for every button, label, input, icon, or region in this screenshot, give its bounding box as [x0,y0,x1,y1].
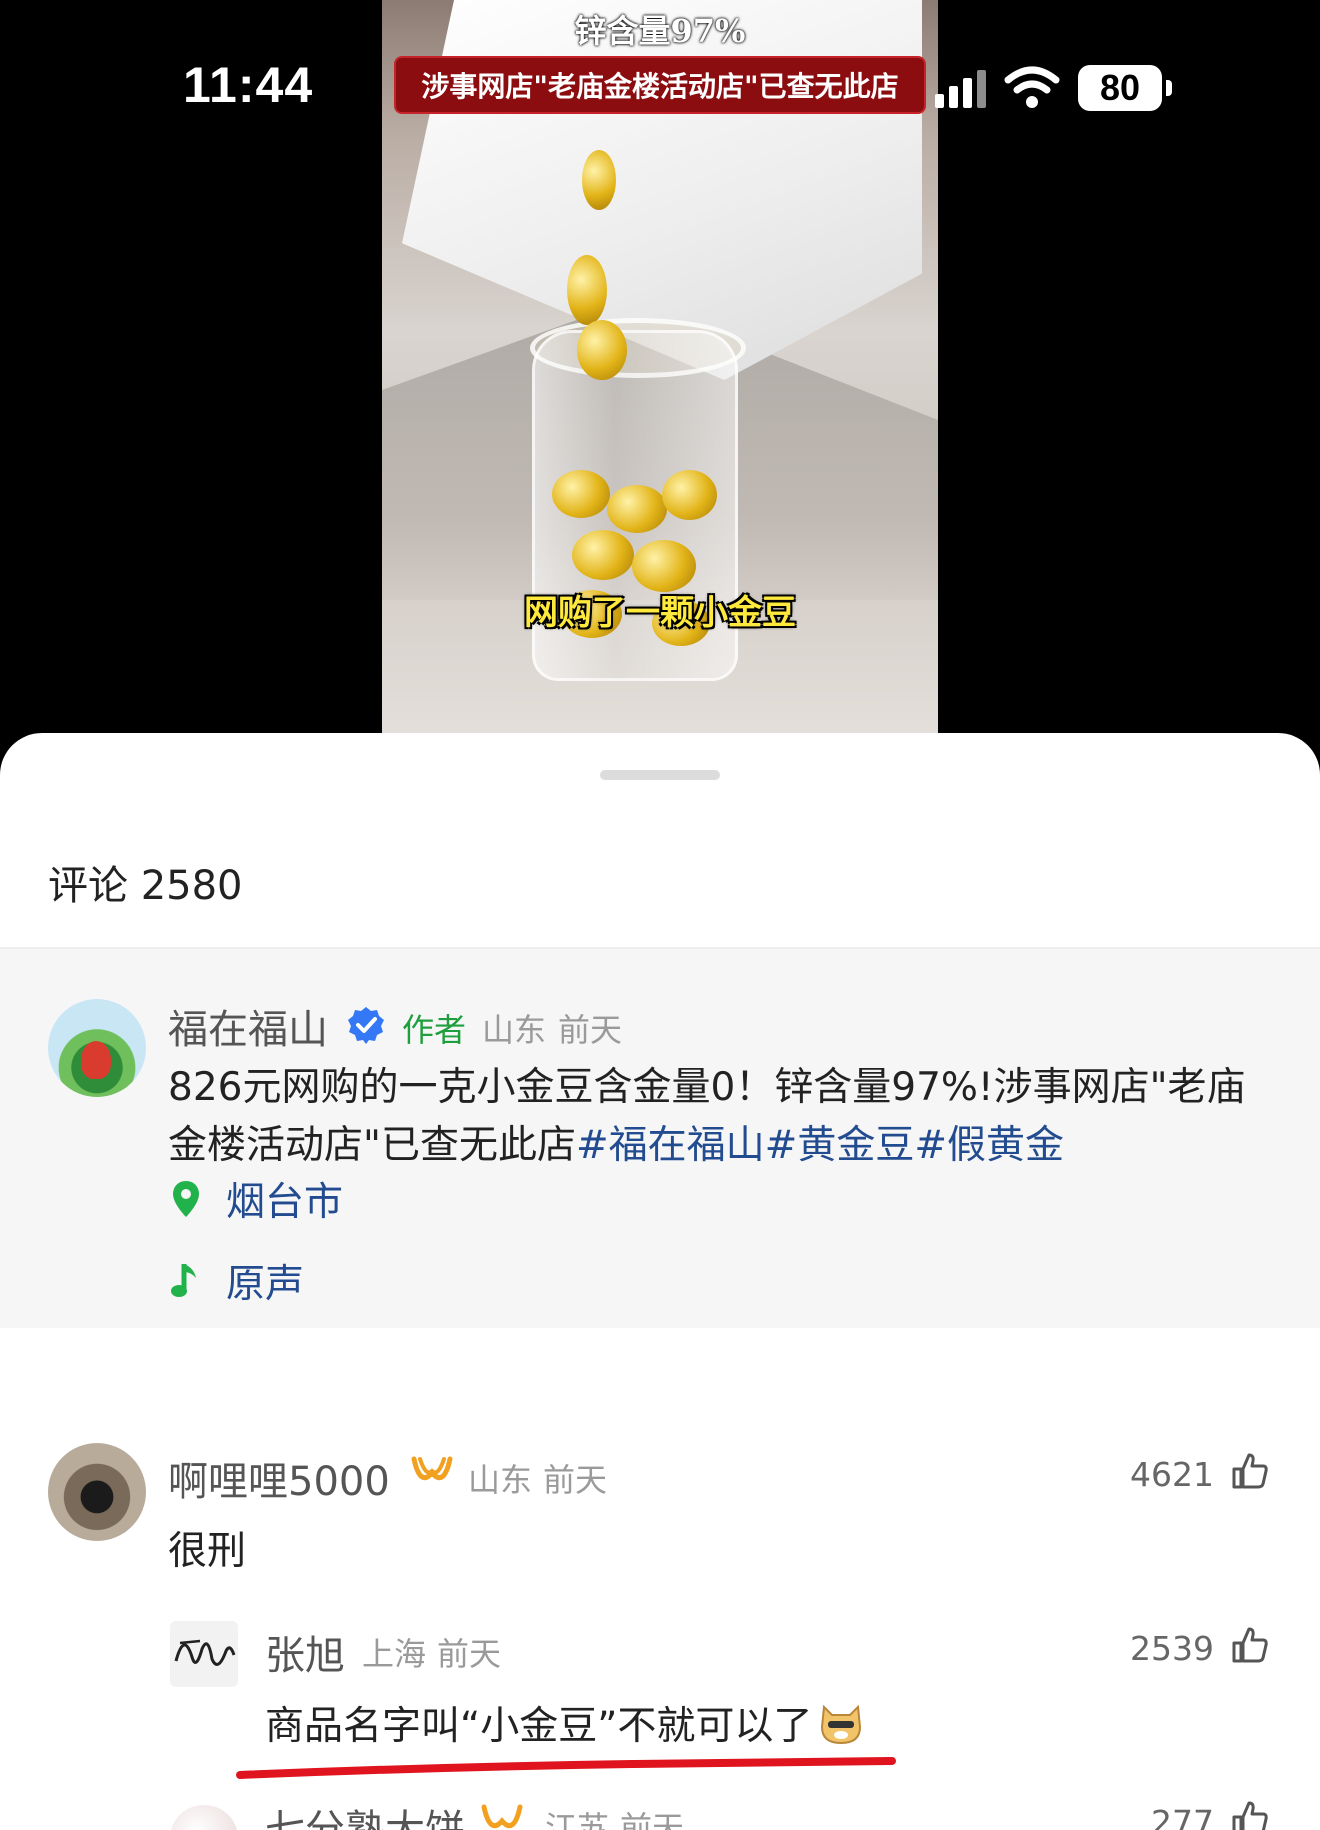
status-time: 11:44 [183,57,314,113]
gold-bead [552,470,610,518]
comment-text: 很刑 [168,1529,247,1574]
author-region: 山东 [482,1011,547,1049]
like-count: 277 [1151,1803,1214,1830]
comment-time: 前天 [437,1635,502,1673]
comments-count-title: 评论 2580 [48,863,243,909]
gold-bead [577,320,627,380]
comment-region: 上海 [362,1635,427,1673]
like-count: 2539 [1130,1629,1214,1668]
status-icons: 80 [935,62,1172,114]
video-caption-headline: 涉事网店"老庙金楼活动店"已查无此店 [394,56,926,114]
hashtag[interactable]: #福在福山 [576,1123,765,1168]
author-post: 福在福山 作者 山东 前天 826元网购的一克小金豆含金量0！锌含量97%!涉事… [0,949,1320,1328]
avatar[interactable] [48,1443,146,1541]
hashtag[interactable]: #假黄金 [914,1123,1064,1168]
vip-badge-icon [411,1456,453,1481]
author-time: 前天 [558,1011,623,1049]
gold-bead [607,485,667,533]
signature-avatar-image [174,1639,236,1666]
like-thumb-icon[interactable] [1230,1625,1270,1665]
like-count: 4621 [1130,1455,1214,1494]
comment-region: 江苏 [545,1809,610,1830]
video-player[interactable]: 锌含量97% 涉事网店"老庙金楼活动店"已查无此店 网购了一颗小金豆 [382,0,938,735]
like-thumb-icon[interactable] [1230,1799,1270,1830]
comment-text: 商品名字叫“小金豆”不就可以了 [265,1695,864,1751]
verified-badge-icon [348,1007,384,1044]
author-name[interactable]: 福在福山 [168,997,328,1055]
like-thumb-icon[interactable] [1230,1451,1270,1491]
comment-text-body: 商品名字叫“小金豆”不就可以了 [265,1704,813,1749]
avatar[interactable] [170,1621,238,1687]
avatar[interactable] [48,999,146,1097]
battery-icon: 80 [1078,65,1172,111]
comment-time: 前天 [543,1461,608,1499]
commenter-name[interactable]: 七分熟大饼 [265,1797,465,1830]
red-underline-annotation [236,1757,896,1779]
avatar[interactable] [170,1805,238,1830]
author-post-text: 826元网购的一克小金豆含金量0！锌含量97%!涉事网店"老庙金楼活动店"已查无… [168,1059,1278,1175]
gold-bead [572,530,634,580]
video-subtitle: 网购了一颗小金豆 [524,593,796,633]
location-link[interactable]: 烟台市 [168,1171,343,1227]
commenter-name[interactable]: 啊哩哩5000 [168,1449,390,1507]
gold-bead [582,150,616,210]
comment-region: 山东 [468,1461,533,1499]
doge-emoji [821,1704,862,1745]
vip-badge-icon [481,1804,523,1829]
author-tag: 作者 [402,1011,467,1049]
music-note-icon [168,1260,204,1302]
hashtag[interactable]: #黄金豆 [765,1123,915,1168]
commenter-name[interactable]: 张旭 [265,1623,345,1681]
gold-bead [567,255,607,325]
comments-sheet: 评论 2580 福在福山 作者 山东 前天 826元网购的一克小金豆含金量0！锌… [0,733,1320,1830]
music-label: 原声 [226,1262,305,1307]
sheet-drag-handle[interactable] [600,770,720,780]
music-link[interactable]: 原声 [168,1253,304,1309]
video-caption-top: 锌含量97% [574,12,746,50]
location-label: 烟台市 [226,1180,344,1225]
location-pin-icon [168,1178,204,1220]
signal-icon [935,68,986,108]
comment-time: 前天 [620,1809,685,1830]
gold-bead [662,470,717,520]
wifi-icon [1004,66,1060,108]
